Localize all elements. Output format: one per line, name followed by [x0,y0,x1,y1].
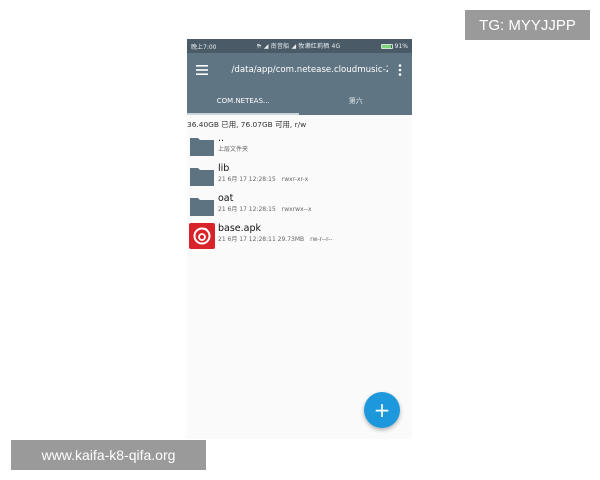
battery-icon [380,43,393,49]
file-name: lib [218,163,230,174]
folder-icon [190,168,214,186]
status-battery-group: 91% [380,42,408,50]
status-time: 晚上7:00 [191,43,217,51]
current-path: /data/app/com.netease.cloudmusic-2 [231,65,389,75]
watermark-tg: TG: MYYJJPP [465,10,590,40]
file-meta: 21 6月 17 12:28:15 rwxrwx--x [218,206,312,213]
file-list: .. 上层文件夹 lib 21 6月 17 12:28:15 rwxr-xr-x … [187,131,412,251]
tab-bar: COM.NETEAS... 第六 [187,87,412,115]
folder-icon [190,198,214,216]
list-item-oat[interactable]: oat 21 6月 17 12:28:15 rwxrwx--x [187,191,412,221]
app-toolbar: /data/app/com.netease.cloudmusic-2 [187,53,412,87]
list-item-base-apk[interactable]: base.apk 21 6月 17 12:28:11 29.73MB rw-r--… [187,221,412,251]
watermark-url: www.kaifa-k8-qifa.org [11,440,206,470]
folder-icon [190,138,214,156]
file-name: .. [218,133,225,144]
file-name: base.apk [218,223,262,234]
status-carrier-info: ⛈ ◢ 南音船 ◢ 牧濑红莉栖 4G [256,43,341,50]
list-item-parent[interactable]: .. 上层文件夹 [187,131,412,161]
tab-current-folder[interactable]: COM.NETEAS... [187,87,300,115]
file-name: oat [218,193,234,204]
add-fab-button[interactable]: + [364,392,400,428]
list-item-lib[interactable]: lib 21 6月 17 12:28:15 rwxr-xr-x [187,161,412,191]
file-meta: 21 6月 17 12:28:15 rwxr-xr-x [218,176,309,183]
file-meta: 上层文件夹 [218,146,249,153]
status-bar: 晚上7:00 ⛈ ◢ 南音船 ◢ 牧濑红莉栖 4G 91% [187,39,412,53]
phone-screen: 晚上7:00 ⛈ ◢ 南音船 ◢ 牧濑红莉栖 4G 91% /data/app/… [187,39,412,439]
tab-indicator [187,113,299,115]
more-vert-icon[interactable] [388,53,412,87]
tab-second[interactable]: 第六 [300,87,413,115]
netease-music-app-icon [189,223,215,249]
file-meta: 21 6月 17 12:28:11 29.73MB rw-r--r-- [218,236,333,243]
battery-percent: 91% [394,42,408,50]
storage-info: 36.40GB 已用, 76.07GB 可用, r/w [187,120,307,129]
hamburger-menu-icon[interactable] [187,53,216,87]
